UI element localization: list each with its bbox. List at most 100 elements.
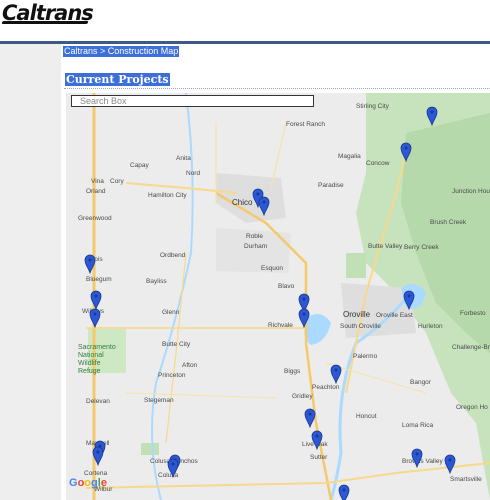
- map-pin-dot: [93, 312, 97, 316]
- map-pin-dot: [404, 146, 408, 150]
- map-pin-icon: [89, 308, 101, 329]
- place-label-nord: Nord: [186, 170, 200, 177]
- place-label-loma-rica: Loma Rica: [402, 422, 433, 429]
- place-label-butte-city: Butte City: [162, 341, 191, 348]
- place-label-durham: Durham: [244, 243, 267, 250]
- map-pin-icon: [338, 484, 350, 500]
- refuge-label-line: Sacramento: [78, 344, 116, 351]
- place-label-oroville-east: Oroville East: [376, 312, 413, 319]
- green-parcel: [141, 443, 159, 455]
- map-pin-icon: [330, 364, 342, 385]
- map-pin-dot: [302, 312, 306, 316]
- refuge-label-line: Wildlife: [78, 360, 101, 367]
- logo-swoosh: [1, 21, 89, 24]
- map-pin-dot: [262, 200, 266, 204]
- map-pin-dot: [334, 368, 338, 372]
- map-pin-icon: [444, 454, 456, 475]
- place-label-ordbend: Ordbend: [160, 252, 186, 259]
- map-pin-dot: [407, 294, 411, 298]
- place-label-esquon: Esquon: [261, 265, 283, 272]
- place-label-forbestown: Forbesto: [460, 310, 486, 317]
- highway-45: [165, 252, 187, 444]
- top-divider-bar: [0, 41, 490, 44]
- map-canvas[interactable]: Stirling City Forest Ranch Anita Magalia Cap…: [66, 93, 490, 500]
- place-label-browns-valley: Browns Valley: [402, 458, 443, 465]
- title-divider: [64, 88, 490, 89]
- place-label-stegeman: Stegeman: [144, 397, 174, 404]
- map-pin-dot: [256, 192, 260, 196]
- refuge-label-line: National: [78, 352, 104, 359]
- place-label-gridley: Gridley: [292, 393, 313, 400]
- place-label-berry-creek: Berry Creek: [404, 244, 439, 251]
- place-label-forest-ranch: Forest Ranch: [286, 121, 325, 128]
- project-pin[interactable]: [444, 454, 456, 475]
- google-attribution[interactable]: Google: [69, 477, 107, 489]
- highway-20: [85, 462, 490, 489]
- place-label-south-oroville: South Oroville: [340, 323, 381, 330]
- project-pin[interactable]: [89, 308, 101, 329]
- place-label-cory: Cory: [110, 178, 124, 185]
- place-label-butte-valley: Butte Valley: [368, 243, 403, 250]
- place-label-stirling-city: Stirling City: [356, 103, 390, 110]
- map-pin-dot: [308, 412, 312, 416]
- place-label-bangor: Bangor: [410, 379, 432, 386]
- place-label-afton: Afton: [182, 362, 198, 369]
- left-sidebar: [0, 44, 61, 500]
- place-label-challenge: Challenge-Brownsv: [452, 344, 490, 351]
- place-label-peachton: Peachton: [312, 384, 340, 391]
- map-pin-dot: [88, 258, 92, 262]
- map-pin-dot: [315, 434, 319, 438]
- search-input[interactable]: [71, 95, 314, 107]
- map-pin-dot: [96, 450, 100, 454]
- place-label-delevan: Delevan: [86, 398, 110, 405]
- place-label-greenwood: Greenwood: [78, 215, 112, 222]
- place-label-magalia: Magalia: [338, 153, 361, 160]
- google-letter-e: e: [100, 477, 107, 489]
- place-label-hurleton: Hurleton: [418, 323, 443, 330]
- place-label-hamilton-city: Hamilton City: [148, 192, 187, 199]
- place-label-blavo: Blavo: [278, 283, 295, 290]
- place-label-glenn: Glenn: [162, 309, 180, 316]
- map-pin-dot: [415, 452, 419, 456]
- place-label-sutter: Sutter: [310, 454, 328, 461]
- green-parcel: [346, 253, 366, 278]
- map-pin-dot: [448, 458, 452, 462]
- place-label-oregon-house: Oregon Ho: [456, 404, 488, 411]
- google-letter-g: G: [69, 477, 78, 489]
- place-label-bayliss: Bayliss: [146, 278, 167, 285]
- place-label-anita: Anita: [176, 155, 191, 162]
- place-label-capay: Capay: [130, 162, 150, 169]
- header: Caltrans: [0, 0, 490, 40]
- place-label-colusa: Colusa: [158, 472, 179, 479]
- place-label-richvale: Richvale: [268, 322, 293, 329]
- place-label-smartsville: Smartsville: [450, 476, 482, 483]
- map-pin-icon: [304, 408, 316, 429]
- project-pin[interactable]: [330, 364, 342, 385]
- place-label-concow: Concow: [366, 160, 390, 167]
- place-label-princeton: Princeton: [158, 372, 186, 379]
- refuge-label-line: Refuge: [78, 368, 101, 375]
- local-road: [325, 362, 427, 394]
- place-label-bluegum: Bluegum: [86, 276, 112, 283]
- place-label-oroville: Oroville: [343, 310, 371, 319]
- place-label-cortena: Cortena: [84, 470, 108, 477]
- place-label-chico: Chico: [232, 198, 253, 207]
- map-pin-dot: [171, 462, 175, 466]
- place-label-paradise: Paradise: [318, 182, 344, 189]
- map-pin-dot: [302, 297, 306, 301]
- place-label-orland: Orland: [86, 188, 106, 195]
- google-letter-g2: g: [91, 477, 98, 489]
- breadcrumb[interactable]: Caltrans > Construction Map: [63, 46, 180, 57]
- place-label-junction-house: Junction House: [452, 188, 490, 195]
- place-label-roble: Roble: [246, 233, 263, 240]
- place-label-vina-area: Vina: [91, 178, 104, 185]
- project-pin[interactable]: [338, 484, 350, 500]
- construction-map[interactable]: Stirling City Forest Ranch Anita Magalia Cap…: [66, 93, 490, 500]
- section-title: Current Projects: [65, 73, 170, 86]
- place-label-biggs: Biggs: [284, 368, 301, 375]
- project-pin[interactable]: [304, 408, 316, 429]
- place-label-honcut: Honcut: [356, 413, 377, 420]
- map-pin-dot: [430, 110, 434, 114]
- map-pin-dot: [342, 488, 346, 492]
- map-pin-dot: [94, 294, 98, 298]
